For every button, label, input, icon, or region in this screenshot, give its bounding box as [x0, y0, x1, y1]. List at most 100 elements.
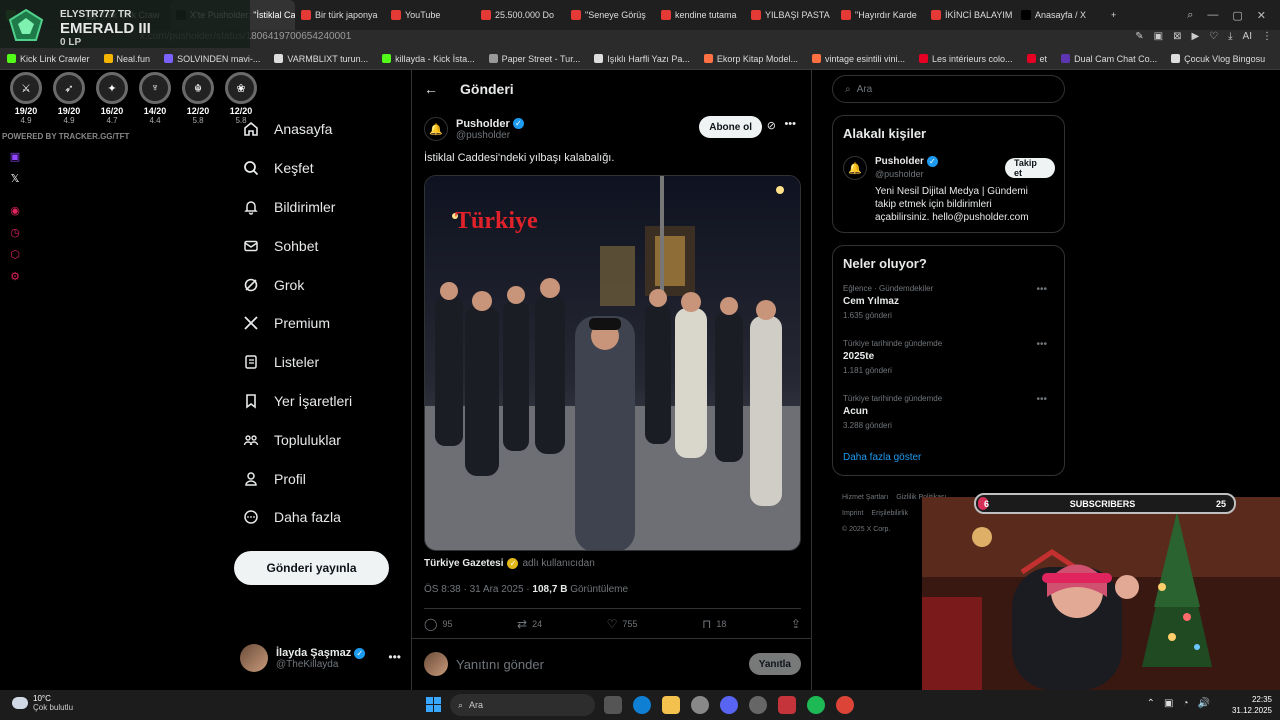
more-icon[interactable]: ••• [784, 118, 796, 130]
bookmark-item[interactable]: Işıklı Harfli Yazı Pa... [587, 54, 697, 64]
bookmark-item[interactable]: Dual Cam Chat Co... [1054, 54, 1164, 64]
extension-icon[interactable]: ▣ [1154, 31, 1163, 42]
download-icon[interactable]: ⤓ [1228, 31, 1232, 42]
show-more-link[interactable]: Daha fazla göster [843, 452, 921, 463]
bookmark-item[interactable]: Les intérieurs colo... [912, 54, 1020, 64]
weather-widget[interactable]: 10°C Çok bulutlu [12, 694, 73, 712]
tray-icon[interactable]: ▣ [1164, 698, 1173, 709]
trend-item[interactable]: Eğlence · Gündemdekiler Cem Yılmaz 1.635 g… [843, 284, 1055, 320]
task-view-icon[interactable] [604, 696, 622, 714]
repost-action[interactable]: ⇄ 24 [517, 617, 542, 631]
author-name[interactable]: Pusholder ✓ [456, 118, 524, 130]
chrome-icon[interactable] [836, 696, 854, 714]
nav-item-more-circle[interactable]: Daha fazla [234, 498, 404, 537]
follow-button[interactable]: Takip et [1005, 158, 1055, 178]
windows-start-icon[interactable] [426, 697, 441, 712]
discord-icon[interactable] [720, 696, 738, 714]
browser-tab[interactable]: YILBAŞI PASTA [745, 0, 835, 30]
file-explorer-icon[interactable] [662, 696, 680, 714]
settings-icon[interactable] [691, 696, 709, 714]
opera-icon[interactable] [778, 696, 796, 714]
close-window-button[interactable]: ✕ [1257, 9, 1266, 22]
footer-link[interactable]: Erişilebilirlik [871, 510, 908, 517]
clock[interactable]: 22:35 31.12.2025 [1232, 694, 1272, 716]
source-name[interactable]: Türkiye Gazetesi [424, 558, 503, 569]
search-tabs-icon[interactable]: ⌕ [1187, 9, 1193, 22]
tweet-media[interactable]: Türkiye [424, 175, 801, 551]
bookmark-item[interactable]: killayda - Kick İsta... [375, 54, 482, 64]
bookmark-item[interactable]: vintage esintili vini... [805, 54, 912, 64]
bookmark-item[interactable]: Paper Street - Tur... [482, 54, 588, 64]
bookmark-action[interactable]: ⊓ 18 [702, 617, 726, 631]
play-icon[interactable]: ◉ [8, 204, 22, 217]
author-handle[interactable]: @pusholder [456, 130, 524, 141]
trend-item[interactable]: Türkiye tarihinde gündemde 2025te 1.181 gö… [843, 339, 1055, 375]
browser-tab[interactable]: "Hayırdır Karde [835, 0, 925, 30]
nav-item-mail[interactable]: Sohbet [234, 226, 404, 265]
reply-action[interactable]: ◯ 95 [424, 617, 452, 631]
bookmark-item[interactable]: Çocuk Vlog Bingosu [1164, 54, 1272, 64]
app-icon[interactable] [749, 696, 767, 714]
trend-item[interactable]: Türkiye tarihinde gündemde Acun 3.288 gönd… [843, 394, 1055, 430]
bookmark-item[interactable]: et [1020, 54, 1055, 64]
nav-item-list[interactable]: Listeler [234, 343, 404, 382]
grok-icon[interactable]: ⊘ [767, 119, 776, 132]
account-switcher[interactable]: İlayda Şaşmaz ✓ @TheKillayda ••• [240, 642, 405, 674]
footer-link[interactable]: Hizmet Şartları [842, 494, 888, 501]
heart-icon[interactable]: ♡ [1209, 31, 1218, 42]
ai-icon[interactable]: AI [1243, 31, 1252, 42]
pusholder-avatar[interactable]: 🔔 [843, 156, 867, 180]
more-icon[interactable]: ••• [1036, 394, 1047, 405]
more-icon[interactable]: ••• [1036, 339, 1047, 350]
more-icon[interactable]: ••• [1036, 284, 1047, 295]
more-icon[interactable]: ••• [388, 650, 401, 664]
network-icon[interactable]: ◔ [1183, 698, 1189, 709]
post-time[interactable]: ÖS 8:38 · 31 Ara 2025 · [424, 584, 532, 595]
history-icon[interactable]: ◷ [8, 226, 22, 239]
bookmark-item[interactable]: VARMBLIXT turun... [267, 54, 375, 64]
post-button[interactable]: Gönderi yayınla [234, 551, 389, 585]
menu-icon[interactable]: ⋮ [1262, 31, 1272, 42]
volume-icon[interactable]: 🔊 [1198, 698, 1210, 709]
nav-item-search[interactable]: Keşfet [234, 149, 404, 188]
nav-item-bookmark[interactable]: Yer İşaretleri [234, 382, 404, 421]
edge-icon[interactable] [633, 696, 651, 714]
reply-button[interactable]: Yanıtla [748, 653, 801, 675]
search-input[interactable]: ⌕ Ara [832, 75, 1065, 103]
extension-icon[interactable]: ⬡ [8, 248, 22, 261]
taskbar-search-input[interactable]: ⌕ Ara [450, 694, 595, 716]
nav-item-bell[interactable]: Bildirimler [234, 188, 404, 227]
nav-item-home[interactable]: Anasayfa [234, 110, 404, 149]
related-user-name[interactable]: Pusholder ✓ [875, 156, 938, 167]
twitch-icon[interactable]: ▣ [8, 150, 22, 163]
nav-item-person[interactable]: Profil [234, 459, 404, 498]
browser-tab[interactable]: kendine tutama [655, 0, 745, 30]
maximize-button[interactable]: ▢ [1232, 9, 1242, 22]
nav-item-grok[interactable]: Grok [234, 265, 404, 304]
spotify-icon[interactable] [807, 696, 825, 714]
share-action[interactable]: ⇪ [791, 617, 801, 631]
browser-tab[interactable]: Anasayfa / X [1015, 0, 1105, 30]
new-tab-button[interactable]: + [1105, 0, 1122, 30]
browser-tab[interactable]: İKİNCİ BALAYIM [925, 0, 1015, 30]
chevron-up-icon[interactable]: ⌃ [1147, 698, 1155, 709]
minimize-button[interactable]: — [1207, 9, 1218, 21]
back-arrow-icon[interactable]: ← [424, 81, 442, 97]
settings-icon[interactable]: ⚙ [8, 270, 22, 283]
nav-item-x-logo[interactable]: Premium [234, 304, 404, 343]
like-action[interactable]: ♡ 755 [607, 617, 638, 631]
browser-tab[interactable]: 25.500.000 Do [475, 0, 565, 30]
browser-tab[interactable]: YouTube [385, 0, 475, 30]
extension-icon[interactable]: ⊠ [1173, 31, 1181, 42]
browser-tab[interactable]: Bir türk japonya [295, 0, 385, 30]
pusholder-avatar[interactable]: 🔔 [424, 117, 448, 141]
x-logo-icon[interactable]: 𝕏 [8, 172, 22, 185]
bookmark-item[interactable]: Ekorp Kitap Model... [697, 54, 805, 64]
extension-icon[interactable]: ▶ [1191, 31, 1199, 42]
nav-item-people[interactable]: Topluluklar [234, 420, 404, 459]
extension-icon[interactable]: ✎ [1135, 31, 1143, 42]
subscribe-button[interactable]: Abone ol [699, 116, 762, 138]
footer-link[interactable]: Imprint [842, 510, 863, 517]
reply-input[interactable]: Yanıtını gönder [456, 657, 544, 672]
browser-tab[interactable]: "Seneye Görüş [565, 0, 655, 30]
